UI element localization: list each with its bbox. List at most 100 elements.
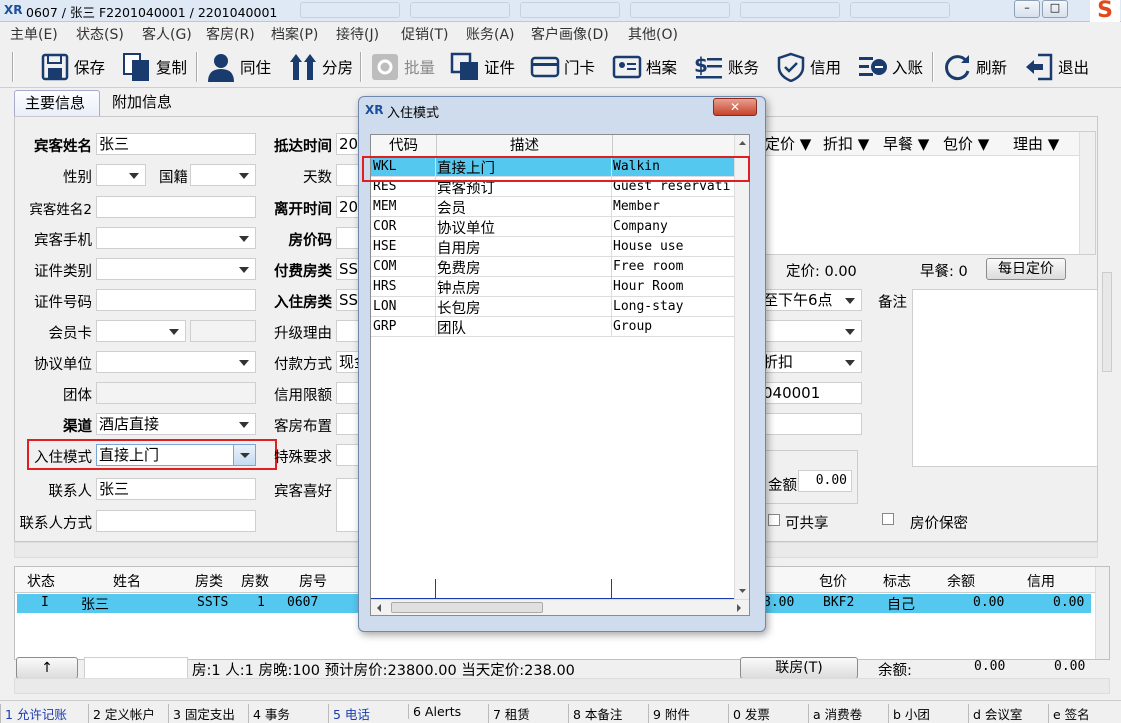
menu-promo[interactable]: 促销(T) (401, 24, 448, 44)
rate-confidential-checkbox[interactable] (882, 513, 894, 525)
shareable-checkbox[interactable] (768, 514, 780, 526)
list-item[interactable]: COM 免费房 Free room (371, 257, 735, 277)
package-col-header-list[interactable]: 包价 (819, 571, 847, 591)
list-item[interactable]: GRP 团队 Group (371, 317, 735, 337)
name-col-header[interactable]: 姓名 (113, 571, 141, 591)
menu-room[interactable]: 客房(R) (206, 24, 255, 44)
chevron-down-icon[interactable] (233, 445, 255, 465)
extra-field[interactable] (760, 413, 862, 435)
tab-define-account[interactable]: 2 定义帐户 (88, 704, 155, 723)
amount-field[interactable]: 0.00 (798, 470, 852, 492)
desc-col-header[interactable]: 描述 (437, 135, 613, 157)
code-col-header[interactable]: 代码 (371, 135, 437, 157)
hold-until-select[interactable]: 至下午6点 (760, 289, 862, 311)
sogou-ime-icon[interactable]: S (1090, 0, 1120, 24)
list-item[interactable]: COR 协议单位 Company (371, 217, 735, 237)
tab-signature[interactable]: e 签名 (1048, 704, 1090, 723)
agreement-select[interactable] (96, 351, 256, 373)
move-up-button[interactable]: ↑ (16, 657, 78, 679)
close-button[interactable]: ✕ (713, 98, 757, 116)
menu-status[interactable]: 状态(S) (76, 24, 124, 44)
batch-button[interactable]: 批量 (370, 50, 435, 84)
panel-vertical-scrollbar[interactable] (1102, 272, 1112, 372)
tab-voucher[interactable]: a 消费卷 (808, 704, 862, 723)
credit-button[interactable]: 信用 (776, 50, 841, 84)
menu-profile[interactable]: 档案(P) (271, 24, 318, 44)
id-button[interactable]: 证件 (450, 50, 515, 84)
tab-affairs[interactable]: 4 事务 (248, 704, 290, 723)
tab-small-group[interactable]: b 小团 (888, 704, 930, 723)
guest-name-field[interactable]: 张三 (96, 133, 256, 155)
save-button[interactable]: 保存 (40, 50, 105, 84)
minimize-button[interactable]: – (1014, 0, 1040, 18)
member-card-select[interactable] (96, 320, 186, 342)
room-card-button[interactable]: 门卡 (530, 50, 595, 84)
id-type-select[interactable] (96, 258, 256, 280)
maximize-button[interactable]: □ (1042, 0, 1068, 18)
room-no-col-header[interactable]: 房号 (299, 571, 327, 591)
copy-button[interactable]: 复制 (122, 50, 187, 84)
guest-name2-field[interactable] (96, 196, 256, 218)
post-button[interactable]: 入账 (858, 50, 923, 84)
gender-select[interactable] (96, 164, 146, 186)
discount-col-header[interactable]: 折扣 ▼ (823, 134, 869, 154)
mobile-field[interactable] (96, 227, 256, 249)
rooms-col-header[interactable]: 房数 (241, 571, 269, 591)
balance-col-header[interactable]: 余额 (947, 571, 975, 591)
tab-notes[interactable]: 8 本备注 (568, 704, 622, 723)
accounts-button[interactable]: $ 账务 (694, 50, 759, 84)
status-col-header[interactable]: 状态 (27, 571, 55, 591)
tab-attachments[interactable]: 9 附件 (648, 704, 690, 723)
tab-rental[interactable]: 7 租赁 (488, 704, 530, 723)
contact-method-field[interactable] (96, 510, 256, 532)
list-item[interactable]: LON 长包房 Long-stay (371, 297, 735, 317)
dialog-horizontal-scrollbar[interactable] (371, 599, 749, 615)
rate-select-2[interactable] (760, 320, 862, 342)
menu-customer-portrait[interactable]: 客户画像(D) (531, 24, 609, 44)
dialog-vertical-scrollbar[interactable] (734, 135, 749, 599)
flag-col-header[interactable]: 标志 (883, 571, 911, 591)
credit-col-header[interactable]: 信用 (1027, 571, 1055, 591)
split-room-button[interactable]: 分房 (288, 50, 353, 84)
menu-main[interactable]: 主单(E) (10, 24, 58, 44)
list-item[interactable]: MEM 会员 Member (371, 197, 735, 217)
reason-col-header[interactable]: 理由 ▼ (1013, 134, 1059, 154)
checkin-mode-select[interactable]: 直接上门 (96, 444, 256, 466)
tab-invoice[interactable]: 0 发票 (728, 704, 770, 723)
tab-main-info[interactable]: 主要信息 (14, 90, 100, 116)
daily-rate-button[interactable]: 每日定价 (986, 258, 1066, 280)
list-item[interactable]: HRS 钟点房 Hour Room (371, 277, 735, 297)
menu-guest[interactable]: 客人(G) (142, 24, 192, 44)
refresh-button[interactable]: 刷新 (942, 50, 1007, 84)
menu-reception[interactable]: 接待(J) (336, 24, 379, 44)
exit-button[interactable]: 退出 (1024, 50, 1089, 84)
list-scrollbar[interactable] (1095, 567, 1109, 659)
menu-accounts[interactable]: 账务(A) (466, 24, 515, 44)
package-col-header[interactable]: 包价 ▼ (943, 134, 989, 154)
profile-button[interactable]: 档案 (612, 50, 677, 84)
rate-grid[interactable]: 定价 ▼ 折扣 ▼ 早餐 ▼ 包价 ▼ 理由 ▼ (760, 131, 1096, 255)
cohabit-button[interactable]: 同住 (206, 50, 271, 84)
summary-input[interactable] (84, 657, 188, 679)
tab-allow-posting[interactable]: 1 允许记账 (0, 704, 67, 723)
id-no-field[interactable] (96, 289, 256, 311)
breakfast-col-header[interactable]: 早餐 ▼ (883, 134, 929, 154)
tab-fixed-charge[interactable]: 3 固定支出 (168, 704, 235, 723)
en-col-header[interactable] (613, 135, 735, 157)
rate-grid-scrollbar[interactable] (1079, 132, 1095, 254)
link-room-button[interactable]: 联房(T) (740, 657, 858, 679)
contact-field[interactable]: 张三 (96, 478, 256, 500)
dialog-title-bar[interactable]: XR 入住模式 ✕ (359, 97, 765, 123)
tab-extra-info[interactable]: 附加信息 (102, 90, 194, 116)
tab-meeting-room[interactable]: d 会议室 (968, 704, 1022, 723)
tab-phone[interactable]: 5 电话 (328, 704, 370, 723)
nationality-select[interactable] (190, 164, 256, 186)
list-horizontal-scrollbar[interactable] (14, 678, 1110, 694)
remark-field[interactable] (912, 289, 1098, 467)
room-type-col-header[interactable]: 房类 (195, 571, 223, 591)
discount-select[interactable]: 折扣 (760, 351, 862, 373)
list-item[interactable]: HSE 自用房 House use (371, 237, 735, 257)
rate-col-header[interactable]: 定价 ▼ (765, 134, 811, 154)
channel-select[interactable]: 酒店直接 (96, 413, 256, 435)
menu-other[interactable]: 其他(O) (628, 24, 678, 44)
